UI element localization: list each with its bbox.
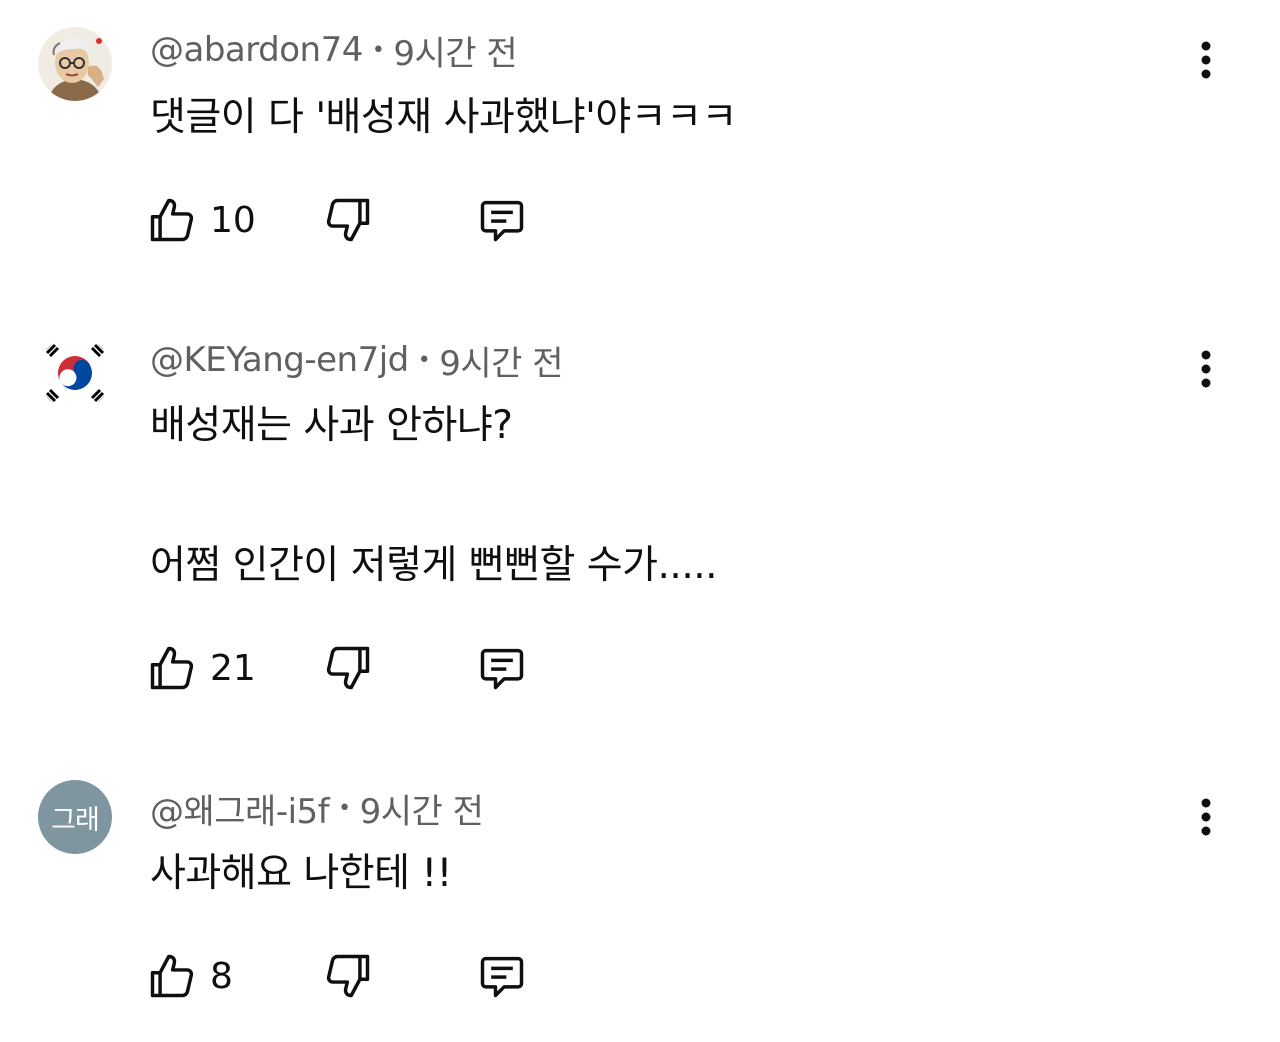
comment-item: @KEYang-en7jd • 9시간 전 배성재는 사과 안하냐? 어쩜 인간… [0,300,1280,750]
reply-comment-icon [480,956,524,998]
korean-flag-avatar-image [38,336,112,410]
comment-line: 댓글이 다 '배성재 사과했냐'야ㅋㅋㅋ [150,95,737,140]
dislike-button[interactable] [322,948,374,1004]
comment-line: 사과해요 나한테 !! [150,851,452,896]
thumbs-down-icon [326,954,370,998]
comment-meta: @abardon74 • 9시간 전 [150,26,518,75]
portrait-avatar-image [38,27,112,101]
comment-item: 그래 @왜그래-i5f • 9시간 전 사과해요 나한테 !! 8 [0,750,1280,1042]
thumbs-up-icon [150,646,194,690]
reply-button[interactable] [476,640,528,696]
comment-line: 배성재는 사과 안하냐? [150,403,513,448]
author-name[interactable]: @왜그래-i5f [150,784,330,833]
dislike-button[interactable] [322,640,374,696]
reply-button[interactable] [476,192,528,248]
like-count: 10 [210,199,256,241]
like-button[interactable]: 8 [146,948,233,1004]
more-options-button[interactable] [1186,38,1226,82]
comment-text: 배성재는 사과 안하냐? 어쩜 인간이 저렇게 뻔뻔할 수가..... [150,406,1150,585]
reply-comment-icon [480,648,524,690]
comment-actions: 21 [146,640,566,696]
timestamp[interactable]: 9시간 전 [439,336,563,385]
more-options-button[interactable] [1186,795,1226,839]
separator-dot: • [338,795,351,821]
comment-actions: 8 [146,948,566,1004]
avatar[interactable] [38,336,112,410]
comment-text: 사과해요 나한테 !! [150,854,1150,893]
author-name[interactable]: @KEYang-en7jd [150,340,409,380]
comment-actions: 10 [146,192,566,248]
comment-meta: @KEYang-en7jd • 9시간 전 [150,336,563,385]
thumbs-down-icon [326,198,370,242]
thumbs-up-icon [150,954,194,998]
comment-line: 어쩜 인간이 저렇게 뻔뻔할 수가..... [150,543,718,588]
comment-item: @abardon74 • 9시간 전 댓글이 다 '배성재 사과했냐'야ㅋㅋㅋ … [0,0,1280,300]
avatar[interactable] [38,27,112,101]
separator-dot: • [371,37,385,63]
dislike-button[interactable] [322,192,374,248]
thumbs-up-icon [150,198,194,242]
more-vertical-icon [1201,350,1211,388]
like-count: 21 [210,647,256,689]
thumbs-down-icon [326,646,370,690]
reply-comment-icon [480,200,524,242]
author-name[interactable]: @abardon74 [150,30,363,70]
more-vertical-icon [1201,798,1211,836]
more-options-button[interactable] [1186,347,1226,391]
reply-button[interactable] [476,948,528,1004]
avatar[interactable]: 그래 [38,780,112,854]
timestamp[interactable]: 9시간 전 [360,784,484,833]
like-button[interactable]: 10 [146,192,256,248]
comment-meta: @왜그래-i5f • 9시간 전 [150,784,484,833]
like-count: 8 [210,955,233,997]
more-vertical-icon [1201,41,1211,79]
timestamp[interactable]: 9시간 전 [393,26,517,75]
like-button[interactable]: 21 [146,640,256,696]
separator-dot: • [417,347,431,373]
comment-text: 댓글이 다 '배성재 사과했냐'야ㅋㅋㅋ [150,98,1150,137]
